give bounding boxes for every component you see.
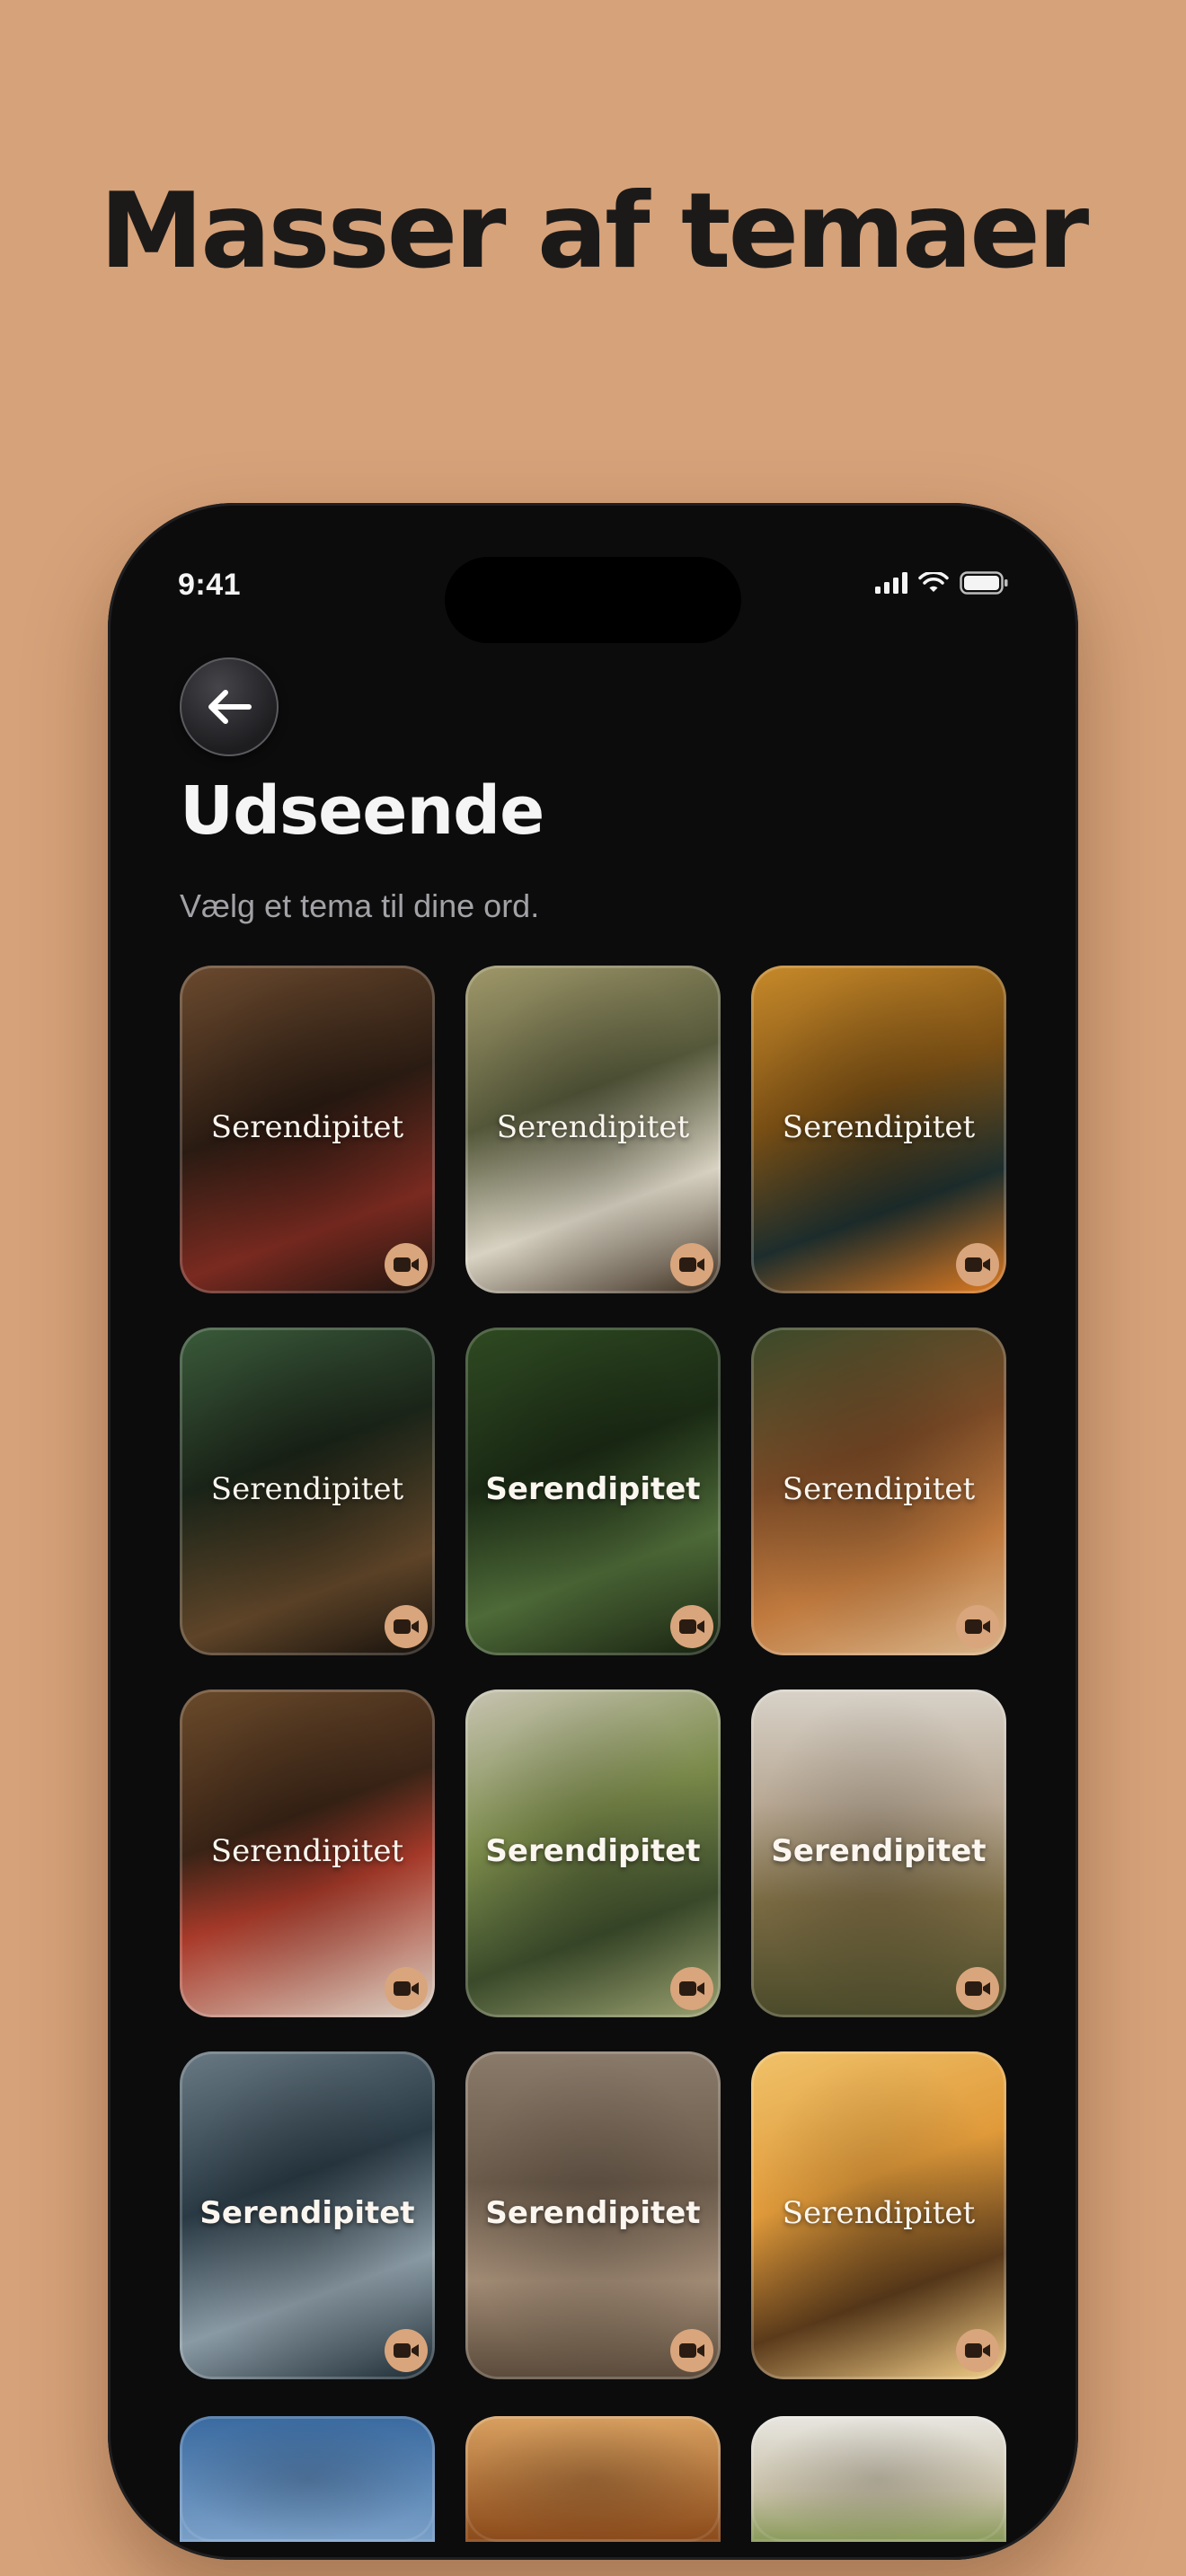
video-camera-icon <box>679 1619 704 1634</box>
video-badge <box>385 1605 428 1648</box>
video-badge <box>956 1243 999 1286</box>
video-badge <box>956 2329 999 2372</box>
theme-tile-label: Serendipitet <box>782 1471 976 1507</box>
wifi-icon <box>918 572 949 592</box>
video-badge <box>670 1243 713 1286</box>
status-time: 9:41 <box>178 568 242 602</box>
battery-icon <box>960 571 1008 595</box>
theme-tile[interactable]: Serendipitet <box>751 966 1006 1293</box>
status-icons <box>875 571 1008 595</box>
theme-tile-label: Serendipitet <box>771 1833 987 1869</box>
video-camera-icon <box>965 1619 990 1634</box>
theme-tile[interactable]: Serendipitet <box>465 2051 721 2379</box>
arrow-left-icon <box>208 690 252 724</box>
screen-subtitle: Vælg et tema til dine ord. <box>180 887 540 924</box>
video-badge <box>956 1967 999 2010</box>
theme-grid: Serendipitet Serendipitet Serendipitet Sere… <box>180 966 1006 2379</box>
theme-tile[interactable]: Serendipitet <box>751 1328 1006 1655</box>
theme-tile[interactable]: Serendipitet <box>465 1328 721 1655</box>
video-camera-icon <box>679 2343 704 2358</box>
video-badge <box>670 2329 713 2372</box>
video-camera-icon <box>394 2343 419 2358</box>
theme-tile-partial[interactable] <box>751 2416 1006 2542</box>
theme-tile[interactable]: Serendipitet <box>180 966 435 1293</box>
theme-tile[interactable]: Serendipitet <box>180 2051 435 2379</box>
video-badge <box>385 1243 428 1286</box>
theme-tile-label: Serendipitet <box>199 2195 415 2231</box>
video-camera-icon <box>679 1257 704 1272</box>
theme-tile[interactable]: Serendipitet <box>465 966 721 1293</box>
theme-tile[interactable]: Serendipitet <box>180 1689 435 2017</box>
phone-frame: 9:41 Udseende Vælg et tema til dine ord.… <box>108 503 1078 2560</box>
video-camera-icon <box>394 1257 419 1272</box>
theme-tile-label: Serendipitet <box>210 1833 404 1869</box>
video-camera-icon <box>394 1619 419 1634</box>
theme-tile-label: Serendipitet <box>782 2195 976 2231</box>
theme-tile[interactable]: Serendipitet <box>751 2051 1006 2379</box>
theme-tile[interactable]: Serendipitet <box>751 1689 1006 2017</box>
theme-tile-label: Serendipitet <box>210 1471 404 1507</box>
video-camera-icon <box>679 1981 704 1996</box>
video-badge <box>385 2329 428 2372</box>
video-badge <box>385 1967 428 2010</box>
video-badge <box>956 1605 999 1648</box>
theme-tile-label: Serendipitet <box>782 1109 976 1145</box>
theme-tile-partial[interactable] <box>180 2416 435 2542</box>
theme-tile[interactable]: Serendipitet <box>180 1328 435 1655</box>
theme-tile-label: Serendipitet <box>485 1471 701 1507</box>
video-camera-icon <box>965 1981 990 1996</box>
screen-title: Udseende <box>180 772 544 850</box>
theme-tile-label: Serendipitet <box>210 1109 404 1145</box>
headline: Masser af temaer <box>99 171 1089 292</box>
video-camera-icon <box>394 1981 419 1996</box>
cellular-signal-icon <box>875 572 907 594</box>
video-camera-icon <box>965 1257 990 1272</box>
back-button[interactable] <box>180 657 279 756</box>
theme-tile[interactable]: Serendipitet <box>465 1689 721 2017</box>
video-badge <box>670 1967 713 2010</box>
theme-grid-partial-row <box>180 2416 1006 2542</box>
theme-tile-label: Serendipitet <box>496 1109 690 1145</box>
theme-tile-label: Serendipitet <box>485 2195 701 2231</box>
video-badge <box>670 1605 713 1648</box>
theme-tile-partial[interactable] <box>465 2416 721 2542</box>
video-camera-icon <box>965 2343 990 2358</box>
theme-tile-label: Serendipitet <box>485 1833 701 1869</box>
dynamic-island <box>445 557 741 643</box>
